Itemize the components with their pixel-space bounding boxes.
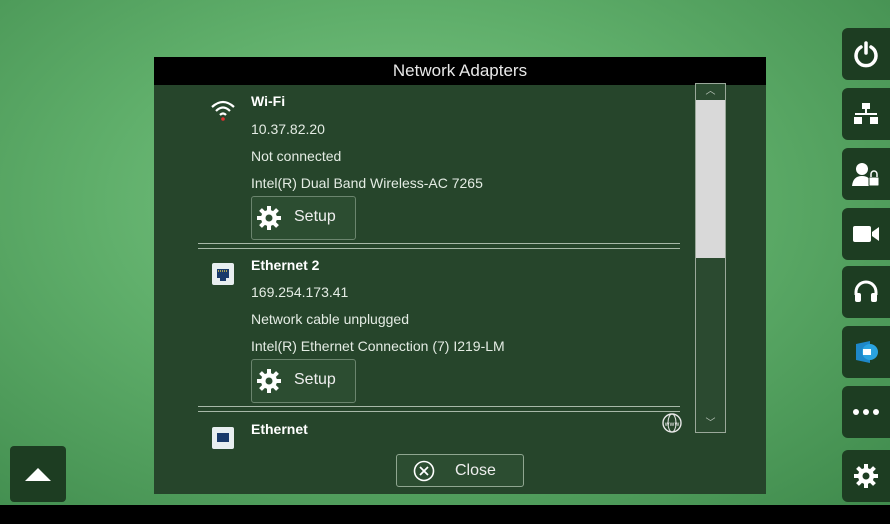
dialog-title: Network Adapters bbox=[154, 57, 766, 85]
setup-label: Setup bbox=[294, 208, 336, 225]
close-circle-icon bbox=[413, 460, 435, 482]
settings-icon bbox=[854, 464, 878, 488]
gear-icon bbox=[257, 369, 281, 393]
scroll-down-button[interactable]: ﹀ bbox=[696, 416, 725, 432]
network-adapters-dialog: Network Adapters Wi-Fi 10.37.82.20 Not c… bbox=[154, 57, 766, 494]
meeting-app-button[interactable] bbox=[842, 326, 890, 378]
setup-label: Setup bbox=[294, 371, 336, 388]
divider bbox=[198, 243, 680, 249]
gear-icon bbox=[257, 206, 281, 230]
adapter-name: Ethernet 2 bbox=[251, 257, 320, 273]
network-icon bbox=[854, 103, 878, 124]
headset-icon bbox=[854, 280, 878, 302]
headset-button[interactable] bbox=[842, 266, 890, 318]
adapter-device: Intel(R) Ethernet Connection (7) I219-LM bbox=[251, 338, 505, 354]
scroll-up-button[interactable]: ︿ bbox=[696, 84, 725, 100]
setup-button[interactable]: Setup bbox=[251, 359, 356, 403]
divider bbox=[198, 406, 680, 412]
wifi-icon bbox=[211, 100, 235, 121]
www-globe-icon: www bbox=[662, 413, 682, 433]
scrollbar[interactable]: ︿ ﹀ bbox=[695, 83, 726, 433]
meeting-app-icon bbox=[856, 341, 878, 363]
bottom-bar bbox=[0, 505, 890, 524]
adapter-status: Not connected bbox=[251, 148, 342, 164]
scroll-thumb[interactable] bbox=[696, 100, 725, 258]
close-button[interactable]: Close bbox=[396, 454, 524, 487]
triangle-up-icon bbox=[25, 468, 51, 481]
power-button[interactable] bbox=[842, 28, 890, 80]
network-button[interactable] bbox=[842, 88, 890, 140]
ethernet-port-icon bbox=[212, 427, 234, 449]
ethernet-port-icon bbox=[212, 263, 234, 285]
adapter-list: Wi-Fi 10.37.82.20 Not connected Intel(R)… bbox=[154, 85, 694, 490]
adapter-name: Ethernet bbox=[251, 421, 308, 437]
user-lock-button[interactable] bbox=[842, 148, 890, 200]
close-label: Close bbox=[455, 462, 496, 479]
user-lock-icon bbox=[852, 163, 880, 187]
camera-icon bbox=[853, 226, 879, 242]
more-icon bbox=[853, 409, 879, 415]
adapter-ip: 169.254.173.41 bbox=[251, 284, 349, 300]
settings-button[interactable] bbox=[842, 450, 890, 502]
power-icon bbox=[854, 41, 878, 68]
adapter-status: Network cable unplugged bbox=[251, 311, 409, 327]
adapter-device: Intel(R) Dual Band Wireless-AC 7265 bbox=[251, 175, 483, 191]
expand-up-button[interactable] bbox=[10, 446, 66, 502]
setup-button[interactable]: Setup bbox=[251, 196, 356, 240]
more-button[interactable] bbox=[842, 386, 890, 438]
adapter-ip: 10.37.82.20 bbox=[251, 121, 325, 137]
camera-button[interactable] bbox=[842, 208, 890, 260]
svg-text:www: www bbox=[665, 421, 680, 428]
adapter-name: Wi-Fi bbox=[251, 93, 286, 109]
